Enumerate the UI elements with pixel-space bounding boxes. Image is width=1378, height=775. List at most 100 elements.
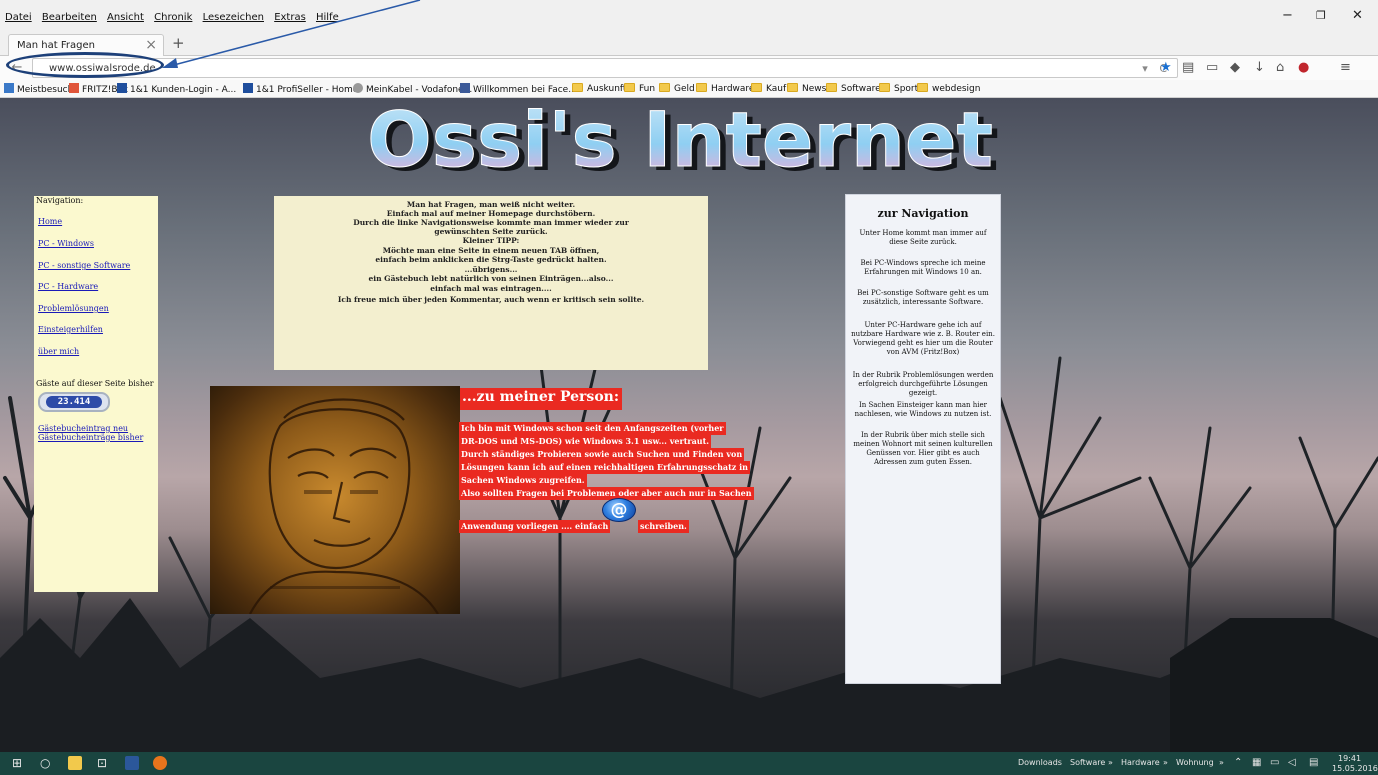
right-panel-paragraph: Unter Home kommt man immer auf diese Sei…	[859, 229, 987, 246]
right-panel-paragraph: In der Rubrik Problemlösungen werden erf…	[852, 371, 994, 397]
download-icon[interactable]: ↓	[1254, 60, 1265, 75]
print-icon[interactable]: ▭	[1206, 60, 1218, 75]
file-explorer-icon[interactable]	[68, 756, 82, 770]
new-tab-icon[interactable]: +	[172, 34, 185, 52]
pocket-icon[interactable]: ◆	[1230, 60, 1240, 75]
bookmark-software[interactable]: Software	[826, 83, 881, 94]
url-bar[interactable]: www.ossiwalsrode.de ▾ C	[32, 58, 1178, 78]
search-circle-icon[interactable]: ○	[40, 756, 50, 770]
nav-link-pc-software[interactable]: PC - sonstige Software	[38, 261, 130, 270]
menu-ansicht[interactable]: Ansicht	[107, 12, 144, 23]
bookmark-facebook[interactable]: Willkommen bei Face...	[460, 83, 577, 95]
guestbook-entries-link[interactable]: Gästebucheinträge bisher	[38, 433, 143, 442]
left-navigation-panel: Navigation: Home PC - Windows PC - sonst…	[34, 196, 158, 592]
folder-icon	[879, 83, 890, 92]
clock-time[interactable]: 19:41	[1338, 754, 1361, 763]
adblock-icon[interactable]: ●	[1298, 60, 1309, 75]
menu-extras[interactable]: Extras	[274, 12, 306, 23]
clock-date[interactable]: 15.05.2016	[1332, 764, 1378, 773]
intro-line: Durch die linke Navigationsweise kommte …	[353, 218, 629, 227]
store-icon[interactable]: ⊡	[97, 756, 107, 770]
right-info-panel: zur Navigation Unter Home kommt man imme…	[845, 194, 1001, 684]
folder-icon	[624, 83, 635, 92]
bookmark-star-icon[interactable]: ★	[1160, 60, 1172, 75]
bookmark-kauf[interactable]: Kauf	[751, 83, 786, 94]
folder-icon	[751, 83, 762, 92]
volume-icon[interactable]: ◁	[1288, 757, 1296, 768]
restore-icon[interactable]: ❐	[1316, 9, 1326, 22]
one-and-one-icon	[243, 83, 253, 93]
bookmark-icon	[4, 83, 14, 93]
bookmark-webdesign[interactable]: webdesign	[917, 83, 980, 94]
menu-hilfe[interactable]: Hilfe	[316, 12, 339, 23]
right-panel-paragraph: In Sachen Einsteiger kann man hier nachl…	[854, 401, 992, 418]
intro-line: ein Gästebuch lebt natürlich von seinen …	[368, 274, 614, 283]
bookmark-meinkabel[interactable]: MeinKabel - Vodafone...	[353, 83, 472, 95]
nav-link-einsteigerhilfen[interactable]: Einsteigerhilfen	[38, 325, 103, 334]
intro-line: Kleiner TIPP:	[462, 236, 520, 245]
bookmark-auskunft[interactable]: Auskunft	[572, 83, 626, 94]
nav-link-ueber-mich[interactable]: über mich	[38, 347, 79, 356]
taskbar: ⊞ ○ ⊡ Downloads Software » Hardware » Wo…	[0, 752, 1378, 775]
menu-lesezeichen[interactable]: Lesezeichen	[203, 12, 264, 23]
right-panel-title: zur Navigation	[877, 207, 969, 220]
bookmark-news[interactable]: News	[787, 83, 826, 94]
bookmark-1und1-login[interactable]: 1&1 Kunden-Login - A...	[117, 83, 236, 95]
intro-line: einfach beim anklicken die Strg-Taste ge…	[375, 255, 607, 264]
intro-line: Ich freue mich über jeden Kommentar, auc…	[337, 295, 645, 304]
person-heading: ...zu meiner Person:	[460, 388, 623, 410]
bookmark-sport[interactable]: Sport	[879, 83, 918, 94]
guestbook-new-link[interactable]: Gästebucheintrag neu	[38, 424, 128, 433]
globe-icon	[353, 83, 363, 93]
menu-bearbeiten[interactable]: Bearbeiten	[42, 12, 97, 23]
taskbar-item-downloads[interactable]: Downloads	[1018, 758, 1062, 767]
keyboard-icon[interactable]: ▦	[1252, 757, 1261, 768]
network-icon[interactable]: ▭	[1270, 757, 1279, 768]
taskbar-item-software[interactable]: Software	[1070, 758, 1105, 767]
chevron-right-icon[interactable]: »	[1219, 758, 1224, 767]
bookmark-1und1-profiseller[interactable]: 1&1 ProfiSeller - Home	[243, 83, 358, 95]
tab-close-icon[interactable]: ×	[145, 37, 157, 53]
intro-line: Einfach mal auf meiner Homepage durchstö…	[386, 209, 596, 218]
right-panel-paragraph: Bei PC-Windows spreche ich meine Erfahru…	[860, 259, 986, 276]
folder-icon	[787, 83, 798, 92]
minimize-icon[interactable]: −	[1282, 8, 1293, 23]
nav-link-pc-hardware[interactable]: PC - Hardware	[38, 282, 98, 291]
folder-icon	[826, 83, 837, 92]
windows-start-icon[interactable]: ⊞	[12, 756, 22, 770]
email-at-button[interactable]: @	[602, 498, 636, 522]
person-text-line: Sachen Windows zugreifen.	[459, 474, 587, 487]
close-window-icon[interactable]: ✕	[1352, 8, 1363, 23]
person-text-line: Durch ständiges Probieren sowie auch Suc…	[459, 448, 745, 461]
taskbar-item-wohnung[interactable]: Wohnung	[1176, 758, 1214, 767]
window-controls: − ❐ ✕	[1268, 8, 1378, 28]
annotation-ellipse	[6, 52, 164, 78]
menu-items: Datei Bearbeiten Ansicht Chronik Lesezei…	[5, 12, 346, 23]
person-text-line: DR-DOS und MS-DOS) wie Windows 3.1 usw..…	[459, 435, 712, 448]
tray-expand-icon[interactable]: ⌃	[1234, 757, 1242, 768]
bookmark-hardware[interactable]: Hardware	[696, 83, 754, 94]
nav-link-home[interactable]: Home	[38, 217, 62, 226]
dropdown-icon[interactable]: ▾	[1142, 62, 1148, 75]
nav-link-pc-windows[interactable]: PC - Windows	[38, 239, 94, 248]
word-icon[interactable]	[125, 756, 139, 770]
chevron-right-icon[interactable]: »	[1108, 758, 1113, 767]
bookmark-fun[interactable]: Fun	[624, 83, 655, 94]
menu-datei[interactable]: Datei	[5, 12, 32, 23]
intro-box: Man hat Fragen, man weiß nicht weiter. E…	[274, 196, 708, 370]
notification-icon[interactable]: ▤	[1309, 757, 1318, 768]
bookmark-geld[interactable]: Geld	[659, 83, 695, 94]
menu-chronik[interactable]: Chronik	[154, 12, 192, 23]
firefox-icon[interactable]	[153, 756, 167, 770]
nav-link-problemloesungen[interactable]: Problemlösungen	[38, 304, 109, 313]
page-content: Ossi's Internet Ossi's Internet Navigati…	[0, 98, 1378, 752]
bookmark-meistbesucht[interactable]: Meistbesucht	[4, 83, 77, 95]
chevron-right-icon[interactable]: »	[1163, 758, 1168, 767]
facebook-icon	[460, 83, 470, 93]
taskbar-item-hardware[interactable]: Hardware	[1121, 758, 1160, 767]
reading-list-icon[interactable]: ▤	[1182, 60, 1194, 75]
home-icon[interactable]: ⌂	[1276, 60, 1284, 75]
menu-hamburger-icon[interactable]: ≡	[1340, 60, 1351, 75]
person-text-line: Also sollten Fragen bei Problemen oder a…	[459, 487, 754, 500]
person-text-line: Lösungen kann ich auf einen reichhaltige…	[459, 461, 750, 474]
